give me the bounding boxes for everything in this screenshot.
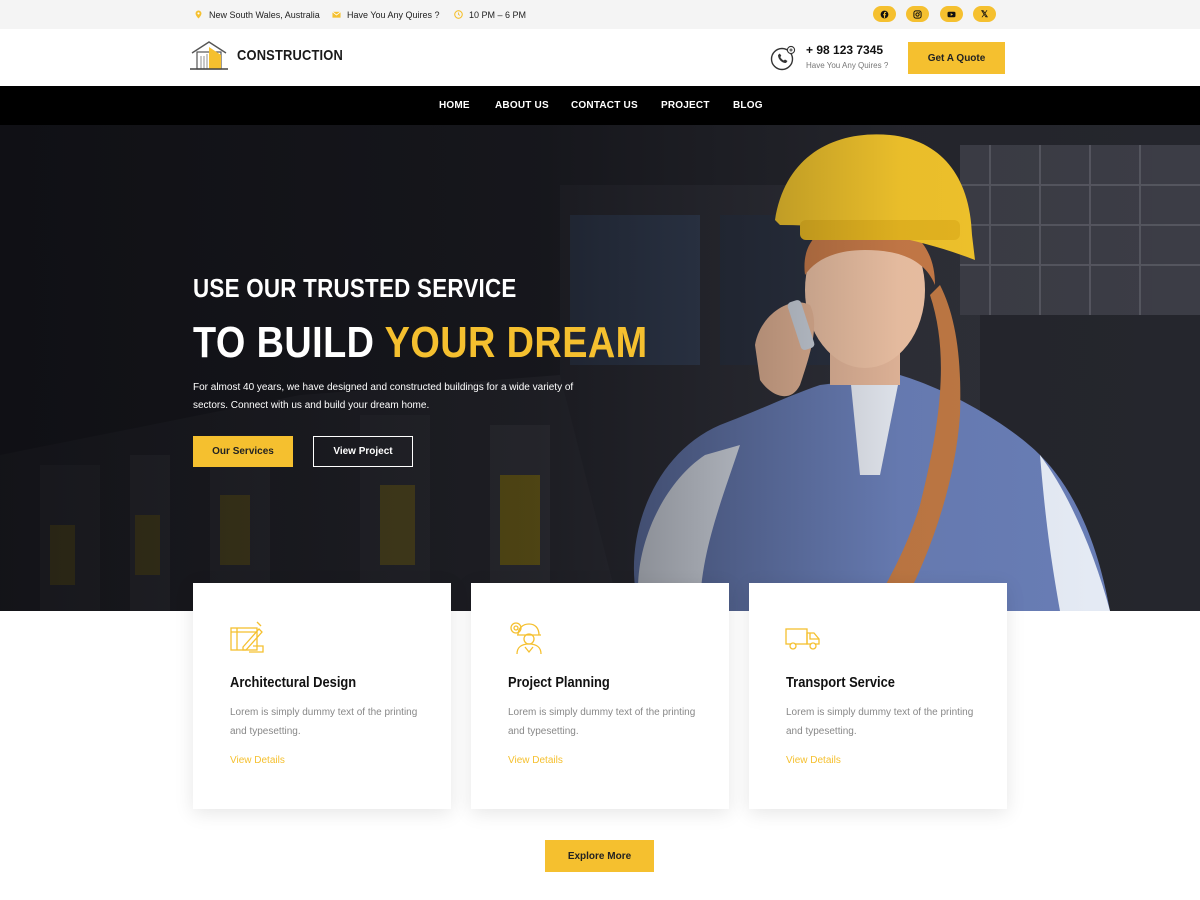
nav-item-contact-us[interactable]: CONTACT US <box>571 86 638 125</box>
service-card: Project Planning Lorem is simply dummy t… <box>471 583 729 809</box>
hero-section <box>0 125 1200 611</box>
house-logo-icon <box>190 41 228 70</box>
nav-item-project[interactable]: PROJECT <box>661 86 710 125</box>
view-details-link[interactable]: View Details <box>786 755 841 766</box>
clock-icon <box>454 10 463 19</box>
card-text: Lorem is simply dummy text of the printi… <box>786 707 974 737</box>
logo[interactable]: CONSTRUCTION <box>190 39 360 71</box>
x-glyph: 𝕏 <box>980 8 989 19</box>
location-pin-icon <box>195 10 202 19</box>
logo-text: CONSTRUCTION <box>237 46 343 64</box>
instagram-icon[interactable] <box>906 6 929 22</box>
our-services-button[interactable]: Our Services <box>193 436 293 467</box>
envelope-icon <box>332 11 341 18</box>
card-title: Architectural Design <box>230 674 357 691</box>
truck-icon <box>785 628 820 650</box>
hours-info: 10 PM – 6 PM <box>454 0 526 29</box>
hero-title: TO BUILD YOUR DREAM <box>193 318 648 368</box>
hero-title-accent: YOUR DREAM <box>384 318 648 367</box>
card-title: Project Planning <box>508 674 610 691</box>
card-text: Lorem is simply dummy text of the printi… <box>508 707 696 737</box>
hero-description: For almost 40 years, we have designed an… <box>193 382 574 411</box>
explore-more-button[interactable]: Explore More <box>545 840 654 872</box>
card-title: Transport Service <box>786 674 895 691</box>
phone-call-icon <box>770 45 796 71</box>
facebook-icon[interactable] <box>873 6 896 22</box>
x-icon[interactable]: 𝕏 <box>973 6 996 22</box>
hero-overlay <box>0 125 1200 611</box>
nav-item-blog[interactable]: BLOG <box>733 86 763 125</box>
phone-number[interactable]: + 98 123 7345 <box>806 43 883 57</box>
top-bar: New South Wales, Australia Have You Any … <box>0 0 1200 29</box>
card-text: Lorem is simply dummy text of the printi… <box>230 707 418 737</box>
view-details-link[interactable]: View Details <box>508 755 563 766</box>
hours-text: 10 PM – 6 PM <box>469 9 527 20</box>
youtube-icon[interactable] <box>940 6 963 22</box>
engineer-icon <box>510 622 542 655</box>
location-info: New South Wales, Australia <box>194 0 320 29</box>
nav-item-about-us[interactable]: ABOUT US <box>495 86 549 125</box>
email-text: Have You Any Quires ? <box>347 9 440 20</box>
hero-subtitle: USE OUR TRUSTED SERVICE <box>193 273 517 303</box>
service-card: Transport Service Lorem is simply dummy … <box>749 583 1007 809</box>
site-header: CONSTRUCTION + 98 123 7345 Have You Any … <box>0 29 1200 86</box>
hero-title-main: TO BUILD <box>193 318 385 367</box>
location-text: New South Wales, Australia <box>209 9 320 20</box>
main-nav: HOME ABOUT US CONTACT US PROJECT BLOG <box>0 86 1200 125</box>
nav-item-home[interactable]: HOME <box>439 86 470 125</box>
drafting-icon <box>230 621 264 653</box>
phone-subtext: Have You Any Quires ? <box>806 61 889 70</box>
view-details-link[interactable]: View Details <box>230 755 285 766</box>
email-info[interactable]: Have You Any Quires ? <box>332 0 440 29</box>
view-project-button[interactable]: View Project <box>313 436 413 467</box>
service-card: Architectural Design Lorem is simply dum… <box>193 583 451 809</box>
get-quote-button[interactable]: Get A Quote <box>908 42 1005 74</box>
